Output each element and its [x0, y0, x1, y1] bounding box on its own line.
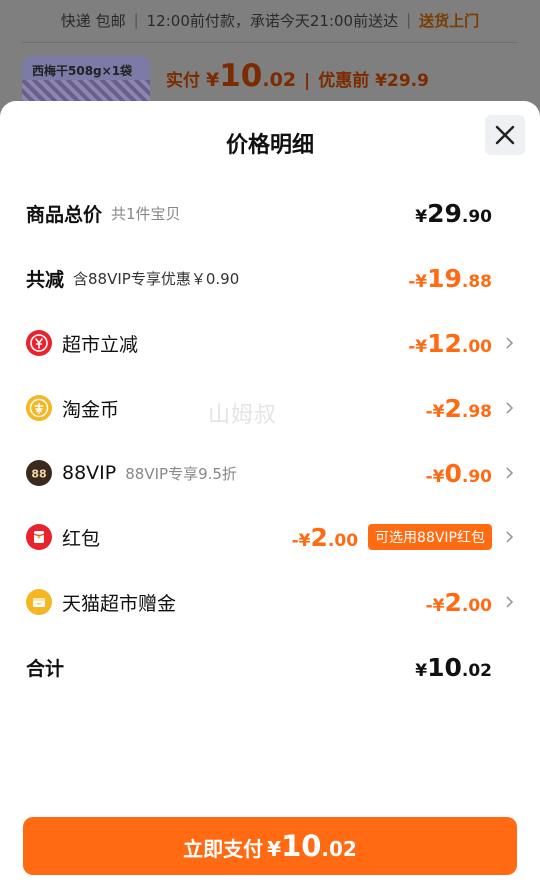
vip-note: 88VIP专享9.5折 [125, 464, 237, 483]
amount-dec: .00 [461, 336, 492, 357]
amount-dec: .98 [461, 401, 492, 422]
pay-int: 10 [281, 829, 322, 863]
amount-dec: .88 [461, 271, 492, 292]
gift-box-icon [26, 589, 52, 615]
grand-total-label: 合计 [26, 657, 65, 680]
amount-int: 29 [427, 198, 462, 228]
vip-label: 88VIP [62, 462, 117, 484]
amount-int: 2 [444, 587, 462, 617]
vip-red-packet-tag[interactable]: 可选用88VIP红包 [368, 524, 492, 550]
supermarket-amount: -¥ 12.00 [408, 329, 492, 358]
row-tmall-gift-credit[interactable]: 天猫超市赠金 -¥ 2.00 [26, 582, 514, 622]
amount-dec: .00 [461, 595, 492, 616]
goods-count: 共1件宝贝 [111, 204, 181, 223]
price-detail-sheet: 价格明细 山姆叔 商品总价 共1件宝贝 ¥29.90 共减 含88VIP专享优惠… [0, 101, 540, 896]
goods-total-label: 商品总价 [26, 203, 103, 226]
amount-int: 12 [427, 328, 462, 358]
tmall-gift-label: 天猫超市赠金 [62, 592, 177, 615]
grand-total-amount: ¥10.02 [415, 653, 492, 682]
shipping-separator: | [133, 11, 139, 29]
divider [22, 42, 518, 43]
price-yen: ¥ [206, 69, 220, 91]
chevron-right-icon [496, 466, 514, 480]
chevron-right-icon [496, 595, 514, 609]
amount-currency: -¥ [425, 401, 445, 422]
row-grand-total: 合计 ¥10.02 [26, 647, 514, 687]
goods-total-amount: ¥29.90 [415, 199, 492, 228]
reduction-amount: -¥ 19.88 [408, 264, 492, 293]
amount-currency: -¥ [291, 530, 311, 551]
product-thumb-label: 西梅干508g×1袋 [32, 64, 133, 78]
reduction-label: 共减 [26, 268, 65, 291]
amount-int: 2 [444, 393, 462, 423]
amount-dec: .02 [461, 660, 492, 681]
amount-int: 19 [427, 263, 462, 293]
chevron-right-icon [496, 530, 514, 544]
amount-dec: .00 [327, 530, 359, 551]
row-taojinbi[interactable]: 淘金币 -¥ 2.98 [26, 388, 514, 428]
row-red-packet[interactable]: 红包 -¥ 2.00 可选用88VIP红包 [26, 517, 514, 557]
sheet-title: 价格明细 [225, 133, 314, 158]
red-packet-label: 红包 [62, 527, 101, 550]
svg-text:88: 88 [31, 468, 46, 481]
pay-dec: .02 [321, 837, 357, 861]
amount-currency: -¥ [425, 466, 445, 487]
amount-dec: .90 [461, 466, 492, 487]
pay-now-button[interactable]: 立即支付 ¥ 10 .02 [23, 817, 517, 875]
amount-currency: ¥ [415, 206, 428, 227]
amount-currency: -¥ [425, 595, 445, 616]
red-packet-icon [26, 524, 52, 550]
shipping-note: 12:00前付款，承诺今天21:00前送达 [146, 11, 399, 30]
chevron-right-icon [496, 336, 514, 350]
shipping-bar: 快递 包邮 | 12:00前付款，承诺今天21:00前送达 | 送货上门 [0, 0, 540, 40]
shipping-method: 快递 包邮 [60, 11, 126, 30]
pay-currency: ¥ [267, 837, 282, 861]
bg-price-summary: 实付 ¥ 10 .02 | 优惠前 ¥29.9 [166, 58, 429, 94]
taojinbi-label: 淘金币 [62, 398, 120, 421]
row-88vip[interactable]: 88 88VIP 88VIP专享9.5折 -¥ 0.90 [26, 453, 514, 493]
yen-coupon-icon [26, 330, 52, 356]
close-icon [495, 125, 515, 145]
supermarket-label: 超市立减 [62, 333, 139, 356]
tmall-gift-amount: -¥ 2.00 [426, 588, 492, 617]
amount-currency: -¥ [408, 271, 428, 292]
amount-int: 2 [310, 522, 328, 552]
pre-discount-price: 优惠前 ¥29.9 [318, 71, 429, 91]
shipping-separator: | [406, 11, 412, 29]
pay-now-label: 立即支付 [183, 837, 264, 861]
vip-88-icon: 88 [26, 460, 52, 486]
amount-currency: -¥ [408, 336, 428, 357]
amount-currency: ¥ [415, 660, 428, 681]
red-packet-amount: -¥ 2.00 [292, 523, 358, 552]
amount-int: 0 [444, 458, 462, 488]
price-prefix: 实付 [166, 71, 200, 91]
vip-amount: -¥ 0.90 [426, 459, 492, 488]
chevron-right-icon [496, 401, 514, 415]
reduction-note: 含88VIP专享优惠￥0.90 [73, 269, 240, 288]
amount-int: 10 [427, 652, 462, 682]
row-supermarket-discount[interactable]: 超市立减 -¥ 12.00 [26, 323, 514, 363]
close-button[interactable] [485, 115, 525, 155]
row-goods-total: 商品总价 共1件宝贝 ¥29.90 [26, 193, 514, 233]
amount-dec: .90 [461, 206, 492, 227]
price-separator: | [304, 71, 311, 91]
gold-coin-icon [26, 395, 52, 421]
price-int: 10 [219, 58, 263, 94]
price-dec: .02 [262, 69, 297, 91]
deliver-badge: 送货上门 [419, 11, 480, 30]
row-total-reduction: 共减 含88VIP专享优惠￥0.90 -¥ 19.88 [26, 258, 514, 298]
taojinbi-amount: -¥ 2.98 [426, 394, 492, 423]
